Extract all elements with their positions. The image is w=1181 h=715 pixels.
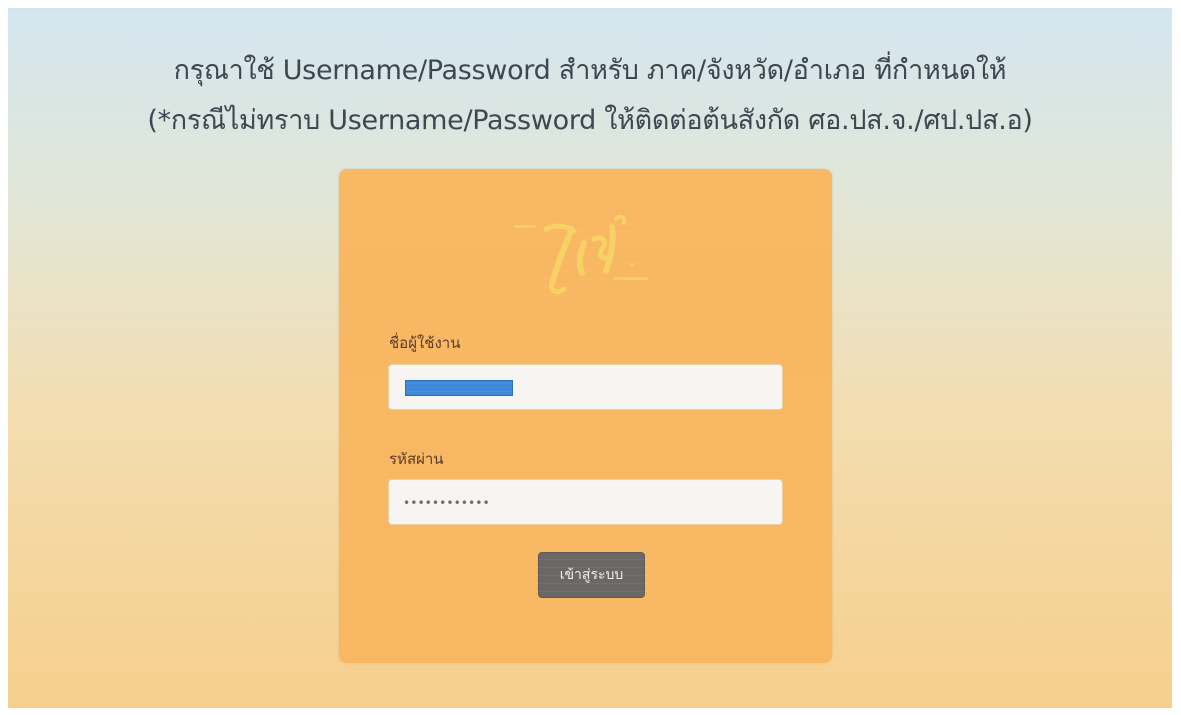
instruction-line-2: (*กรณีไม่ทราบ Username/Password ให้ติดต่… [147, 105, 1033, 136]
password-mask: •••••••••••• [403, 496, 490, 510]
password-label: รหัสผ่าน [389, 450, 444, 468]
page-background: กรุณาใช้ Username/Password สำหรับ ภาค/จั… [8, 8, 1172, 708]
username-label: ชื่อผู้ใช้งาน [389, 334, 461, 352]
ying-logo-icon [514, 214, 648, 295]
instruction-line-1: กรุณาใช้ Username/Password สำหรับ ภาค/จั… [173, 55, 1007, 86]
login-card: ชื่อผู้ใช้งาน รหัสผ่าน •••••••••••• เข้า… [339, 169, 832, 663]
login-button[interactable]: เข้าสู่ระบบ [538, 552, 645, 598]
username-redaction [405, 380, 513, 396]
